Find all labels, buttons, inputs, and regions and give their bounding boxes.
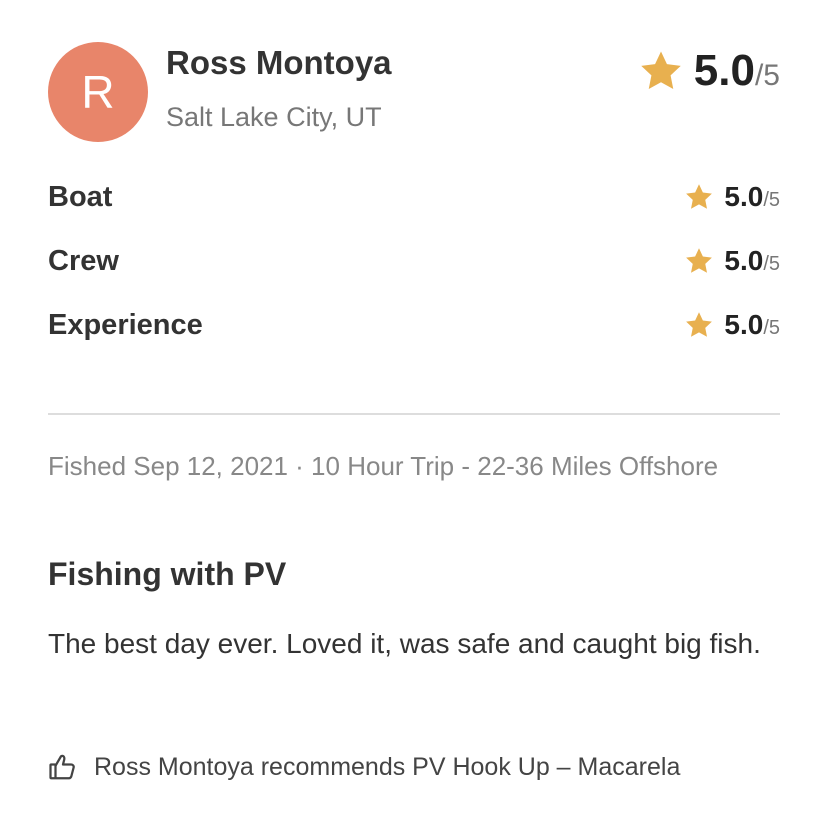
- overall-out-of: /5: [754, 59, 780, 92]
- rating-out-of: /5: [763, 317, 780, 339]
- review-title: Fishing with PV: [48, 556, 287, 592]
- thumbs-up-icon: [49, 754, 75, 780]
- rating-row-experience: Experience 5.0 /5: [48, 305, 780, 345]
- avatar-initial: R: [81, 66, 115, 118]
- rating-score: 5.0: [724, 181, 764, 212]
- divider: [48, 413, 780, 415]
- rating-label: Crew: [48, 244, 119, 277]
- avatar: R: [48, 42, 148, 142]
- rating-label: Experience: [48, 308, 203, 341]
- trip-details: Fished Sep 12, 2021 · 10 Hour Trip - 22-…: [48, 451, 719, 481]
- recommendation: Ross Montoya recommends PV Hook Up – Mac…: [48, 752, 680, 782]
- rating-row-boat: Boat 5.0 /5: [48, 177, 780, 217]
- rating-out-of: /5: [763, 189, 780, 211]
- review-body: The best day ever. Loved it, was safe an…: [48, 628, 761, 659]
- rating-label: Boat: [48, 180, 113, 213]
- rating-score: 5.0: [724, 245, 764, 276]
- rating-row-crew: Crew 5.0 /5: [48, 241, 780, 281]
- star-icon: [641, 51, 681, 90]
- recommendation-text: Ross Montoya recommends PV Hook Up – Mac…: [94, 752, 681, 781]
- rating-value: 5.0 /5: [684, 309, 780, 341]
- star-icon: [686, 248, 713, 273]
- overall-rating: 5.0 /5: [638, 46, 780, 96]
- reviewer-name: Ross Montoya: [166, 44, 392, 81]
- star-icon: [686, 312, 713, 337]
- rating-value: 5.0 /5: [684, 245, 780, 277]
- rating-value: 5.0 /5: [684, 181, 780, 213]
- rating-score: 5.0: [724, 309, 764, 340]
- overall-score: 5.0: [693, 46, 755, 95]
- reviewer-location: Salt Lake City, UT: [166, 102, 382, 132]
- rating-out-of: /5: [763, 253, 780, 275]
- star-icon: [686, 184, 713, 209]
